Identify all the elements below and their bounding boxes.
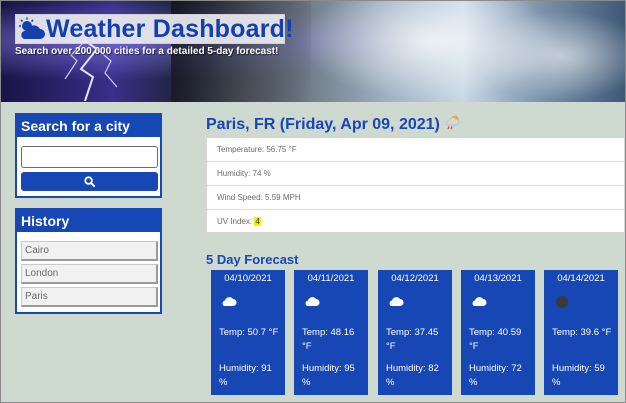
forecast-date: 04/12/2021: [391, 273, 439, 284]
cloud-sun-icon: [16, 14, 46, 44]
forecast-humidity: Humidity: 59 %: [552, 363, 605, 388]
uv-index-label: UV Index:: [217, 217, 255, 226]
forecast-temp: Temp: 40.59 °F: [469, 327, 522, 352]
header-banner: Weather Dashboard! Search over 200,000 c…: [1, 1, 625, 102]
search-panel-heading: Search for a city: [17, 115, 160, 137]
page-title: Weather Dashboard!: [46, 14, 294, 43]
history-item-london[interactable]: London: [21, 264, 158, 284]
forecast-card: 04/13/2021 Temp: 40.59 °F Humidity: 72 %: [461, 270, 535, 395]
forecast-humidity: Humidity: 72 %: [469, 363, 522, 388]
forecast-date: 04/14/2021: [557, 273, 605, 284]
search-button[interactable]: [21, 172, 158, 191]
search-icon: [84, 176, 95, 187]
wind-speed-row: Wind Speed: 5.59 MPH: [207, 186, 624, 210]
current-city-heading: Paris, FR (Friday, Apr 09, 2021): [206, 114, 462, 135]
page-title-box: Weather Dashboard!: [15, 14, 293, 44]
city-search-input[interactable]: [21, 146, 158, 168]
forecast-temp: Temp: 39.6 °F: [552, 327, 612, 338]
current-city-title: Paris, FR (Friday, Apr 09, 2021): [206, 115, 440, 133]
forecast-date: 04/10/2021: [224, 273, 272, 284]
search-panel: Search for a city: [15, 113, 162, 198]
forecast-card: 04/11/2021 Temp: 48.16 °F Humidity: 95 %: [294, 270, 368, 395]
forecast-humidity: Humidity: 91 %: [219, 363, 272, 388]
forecast-heading: 5 Day Forecast: [206, 252, 299, 267]
history-panel-heading: History: [17, 210, 160, 232]
history-item-paris[interactable]: Paris: [21, 287, 158, 307]
forecast-card: 04/14/2021 Temp: 39.6 °F Humidity: 59 %: [544, 270, 618, 395]
cloud-icon: [221, 295, 237, 310]
current-weather-details: Temperature: 56.75 °F Humidity: 74 % Win…: [206, 137, 625, 233]
uv-index-value: 4: [254, 217, 261, 226]
forecast-humidity: Humidity: 95 %: [302, 363, 355, 388]
forecast-temp: Temp: 50.7 °F: [219, 327, 279, 338]
forecast-date: 04/13/2021: [474, 273, 522, 284]
forecast-card: 04/12/2021 Temp: 37.45 °F Humidity: 82 %: [378, 270, 452, 395]
uv-index-row: UV Index: 4: [207, 210, 624, 234]
forecast-date: 04/11/2021: [307, 273, 355, 284]
forecast-card: 04/10/2021 Temp: 50.7 °F Humidity: 91 %: [211, 270, 285, 395]
forecast-humidity: Humidity: 82 %: [386, 363, 439, 388]
history-item-cairo[interactable]: Cairo: [21, 241, 158, 261]
dark-cloud-icon: [554, 295, 570, 312]
humidity-row: Humidity: 74 %: [207, 162, 624, 186]
temperature-row: Temperature: 56.75 °F: [207, 138, 624, 162]
cloud-icon: [471, 295, 487, 310]
cloud-icon: [388, 295, 404, 310]
page-subtitle: Search over 200,000 cities for a detaile…: [15, 46, 279, 57]
forecast-temp: Temp: 37.45 °F: [386, 327, 439, 352]
cloud-sun-rain-icon: [444, 114, 462, 135]
forecast-temp: Temp: 48.16 °F: [302, 327, 355, 352]
cloud-icon: [304, 295, 320, 310]
history-panel: History Cairo London Paris: [15, 208, 162, 314]
